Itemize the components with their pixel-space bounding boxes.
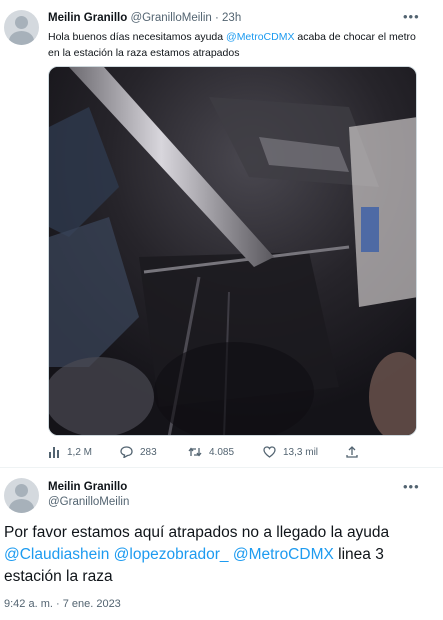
author-name[interactable]: Meilin Granillo	[48, 12, 127, 24]
reply-action[interactable]: 283	[120, 446, 157, 458]
avatar-body	[9, 31, 34, 45]
like-count: 13,3 mil	[283, 446, 319, 458]
author-handle[interactable]: @GranilloMeilin	[48, 494, 129, 510]
tweet-text: Hola buenos días necesitamos ayuda @Metr…	[48, 29, 428, 61]
retweet-action[interactable]: 4.085	[188, 446, 234, 458]
mention-link[interactable]: @Claudiashein	[4, 546, 109, 563]
reply-text-part: Por favor estamos aquí atrapados no a ll…	[4, 524, 390, 541]
avatar[interactable]	[4, 10, 39, 45]
mention-link[interactable]: @MetroCDMX	[233, 546, 334, 563]
reply-timestamp[interactable]: 9:42 a. m. · 7 ene. 2023	[4, 598, 121, 610]
mention-link[interactable]: @MetroCDMX	[226, 31, 294, 43]
mention-link[interactable]: @lopezobrador_	[114, 546, 229, 563]
tweet: Meilin Granillo @GranilloMeilin · 23h ••…	[0, 0, 443, 466]
reply-header: Meilin Granillo @GranilloMeilin	[48, 480, 129, 510]
avatar[interactable]	[4, 478, 39, 513]
reply-count: 283	[140, 446, 157, 458]
tweet-header: Meilin Granillo @GranilloMeilin · 23h	[48, 12, 241, 24]
tweet-time[interactable]: 23h	[222, 12, 241, 24]
divider	[0, 467, 443, 468]
views-action[interactable]: 1,2 M	[48, 446, 92, 458]
avatar-head	[15, 16, 28, 29]
author-handle[interactable]: @GranilloMeilin	[130, 12, 211, 24]
retweet-icon	[188, 447, 202, 457]
tweet-photo[interactable]	[48, 66, 417, 436]
separator: ·	[214, 12, 219, 24]
author-name[interactable]: Meilin Granillo	[48, 480, 129, 494]
tweet-text-part: Hola buenos días necesitamos ayuda	[48, 31, 227, 43]
share-icon	[346, 446, 358, 458]
reply-icon	[120, 446, 133, 458]
retweet-count: 4.085	[209, 446, 235, 458]
like-icon	[263, 446, 276, 458]
reply-text: Por favor estamos aquí atrapados no a ll…	[4, 522, 434, 588]
avatar-body	[9, 499, 34, 513]
more-icon[interactable]: •••	[403, 480, 420, 493]
share-action[interactable]	[346, 446, 358, 458]
views-icon	[49, 447, 59, 458]
photo-dark-subway-interior	[49, 67, 416, 435]
like-action[interactable]: 13,3 mil	[263, 446, 318, 458]
more-icon[interactable]: •••	[403, 10, 420, 23]
avatar-head	[15, 484, 28, 497]
tweet-actions: 1,2 M 283 4.085 13,3 mil	[48, 446, 368, 460]
views-count: 1,2 M	[67, 446, 93, 458]
